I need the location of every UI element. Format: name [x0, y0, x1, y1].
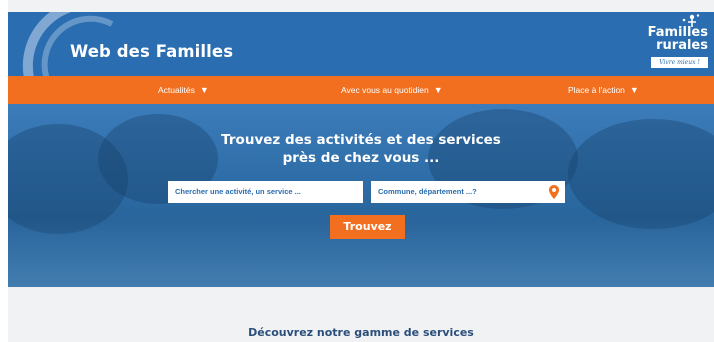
page: Web des Familles Familles rurales Vivre …	[8, 0, 714, 342]
familles-rurales-logo[interactable]: Familles rurales Vivre mieux !	[646, 14, 710, 72]
hero-search-banner: Trouvez des activités et des services pr…	[8, 104, 714, 287]
location-search-input[interactable]: Commune, département ...?	[371, 181, 565, 203]
caret-down-icon: ▼	[433, 85, 443, 95]
nav-item-label: Actualités	[158, 85, 195, 95]
hero-subtitle: près de chez vous ...	[282, 150, 440, 166]
caret-down-icon: ▼	[629, 85, 639, 95]
search-submit-button[interactable]: Trouvez	[330, 215, 405, 239]
location-search-placeholder: Commune, département ...?	[378, 187, 477, 196]
nav-item-label: Place à l'action	[568, 85, 625, 95]
nav-item-place-a-l-action[interactable]: Place à l'action ▼	[568, 76, 639, 104]
activity-search-input[interactable]: Chercher une activité, un service ...	[168, 181, 363, 203]
hero-title: Trouvez des activités et des services	[221, 132, 501, 148]
activity-search-placeholder: Chercher une activité, un service ...	[175, 187, 301, 196]
nav-item-actualites[interactable]: Actualités ▼	[158, 76, 209, 104]
nav-item-avec-vous-au-quotidien[interactable]: Avec vous au quotidien ▼	[341, 76, 443, 104]
main-nav: Actualités ▼ Avec vous au quotidien ▼ Plac…	[8, 76, 714, 104]
site-title[interactable]: Web des Familles	[70, 42, 233, 61]
logo-tagline: Vivre mieux !	[651, 57, 708, 68]
services-section-heading: Découvrez notre gamme de services	[248, 326, 474, 339]
map-pin-icon[interactable]	[549, 185, 559, 199]
logo-text-rurales: rurales	[656, 38, 708, 53]
nav-item-label: Avec vous au quotidien	[341, 85, 429, 95]
site-header: Web des Familles Familles rurales Vivre …	[8, 12, 714, 76]
caret-down-icon: ▼	[199, 85, 209, 95]
